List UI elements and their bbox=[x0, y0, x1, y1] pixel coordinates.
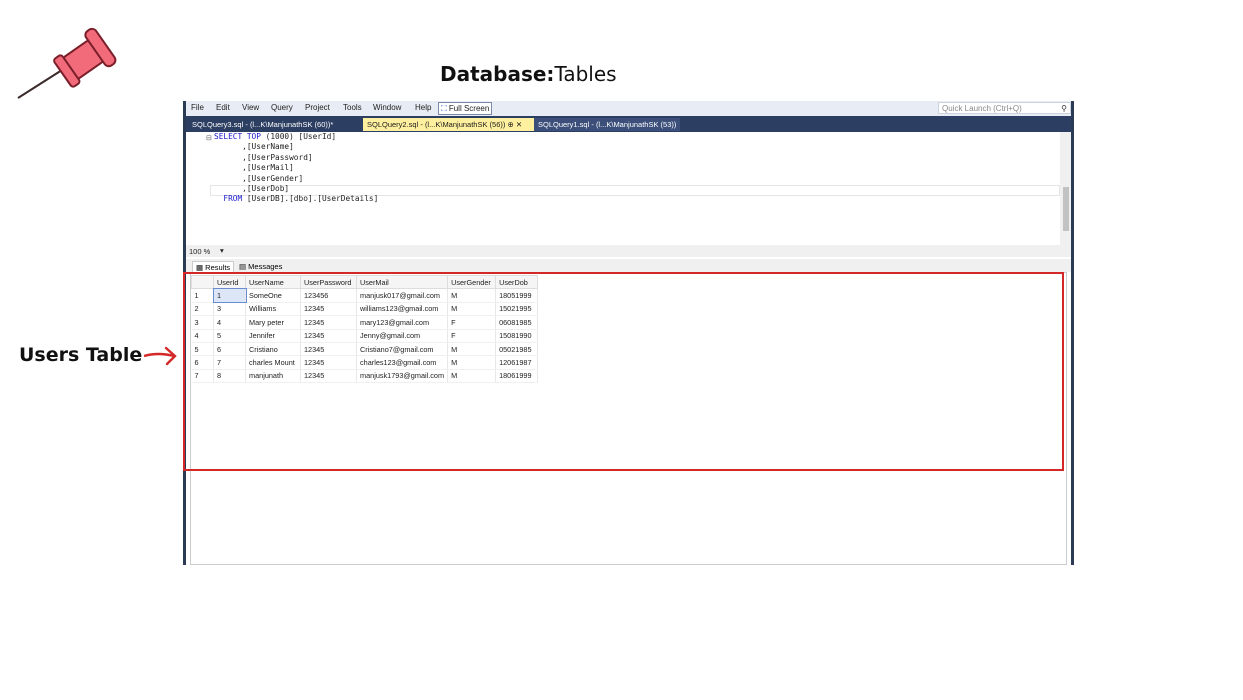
tab-sqlquery2[interactable]: SQLQuery2.sql - (l...K\ManjunathSK (56))… bbox=[363, 118, 535, 131]
code-line[interactable]: ,[UserGender] bbox=[214, 174, 378, 184]
zoom-level[interactable]: 100 % bbox=[189, 247, 210, 256]
search-icon: ⚲ bbox=[1061, 104, 1067, 113]
arrow-right-icon bbox=[142, 343, 178, 374]
code-line[interactable]: ,[UserMail] bbox=[214, 163, 378, 173]
menu-query[interactable]: Query bbox=[271, 103, 293, 112]
tab-sqlquery1[interactable]: SQLQuery1.sql - (l...K\ManjunathSK (53)) bbox=[534, 118, 681, 131]
fullscreen-icon: ⛶ bbox=[441, 104, 449, 113]
code-line[interactable]: SELECT TOP (1000) [UserId] bbox=[214, 132, 378, 142]
full-screen-button[interactable]: ⛶ Full Screen bbox=[438, 102, 493, 115]
close-icon[interactable]: ✕ bbox=[516, 120, 522, 129]
users-table-annotation: Users Table bbox=[19, 344, 143, 366]
document-tabs: SQLQuery3.sql - (l...K\ManjunathSK (60))… bbox=[186, 116, 1071, 132]
menu-help[interactable]: Help bbox=[415, 103, 431, 112]
code-line[interactable]: FROM [UserDB].[dbo].[UserDetails] bbox=[214, 194, 378, 204]
code-line[interactable]: ,[UserDob] bbox=[214, 184, 378, 194]
menu-bar: File Edit View Query Project Tools Windo… bbox=[186, 101, 1071, 116]
chevron-down-icon[interactable]: ▾ bbox=[220, 246, 224, 255]
pushpin-icon bbox=[14, 24, 124, 109]
code-line[interactable]: ,[UserName] bbox=[214, 142, 378, 152]
quick-launch-input[interactable]: Quick Launch (Ctrl+Q) ⚲ bbox=[938, 102, 1071, 114]
menu-view[interactable]: View bbox=[242, 103, 259, 112]
menu-window[interactable]: Window bbox=[373, 103, 401, 112]
tab-messages[interactable]: ▤ Messages bbox=[236, 261, 285, 272]
messages-icon: ▤ bbox=[239, 262, 249, 271]
menu-edit[interactable]: Edit bbox=[216, 103, 230, 112]
code-line[interactable]: ,[UserPassword] bbox=[214, 153, 378, 163]
tab-sqlquery3[interactable]: SQLQuery3.sql - (l...K\ManjunathSK (60))… bbox=[188, 118, 337, 131]
result-tabs: ▦ Results ▤ Messages bbox=[186, 259, 1071, 273]
scroll-thumb[interactable] bbox=[1063, 187, 1069, 231]
menu-tools[interactable]: Tools bbox=[343, 103, 362, 112]
zoom-bar: 100 % ▾ bbox=[186, 245, 1071, 257]
grid-icon: ▦ bbox=[196, 263, 206, 272]
collapse-icon[interactable]: ⊟ bbox=[206, 134, 212, 142]
page-heading: Database:Tables bbox=[440, 62, 617, 86]
editor-scrollbar[interactable] bbox=[1060, 132, 1071, 249]
pin-icon[interactable]: ⊕ bbox=[507, 120, 513, 129]
menu-file[interactable]: File bbox=[191, 103, 204, 112]
users-table-highlight bbox=[183, 272, 1064, 471]
menu-project[interactable]: Project bbox=[305, 103, 330, 112]
sql-code[interactable]: SELECT TOP (1000) [UserId] ,[UserName] ,… bbox=[214, 132, 378, 205]
